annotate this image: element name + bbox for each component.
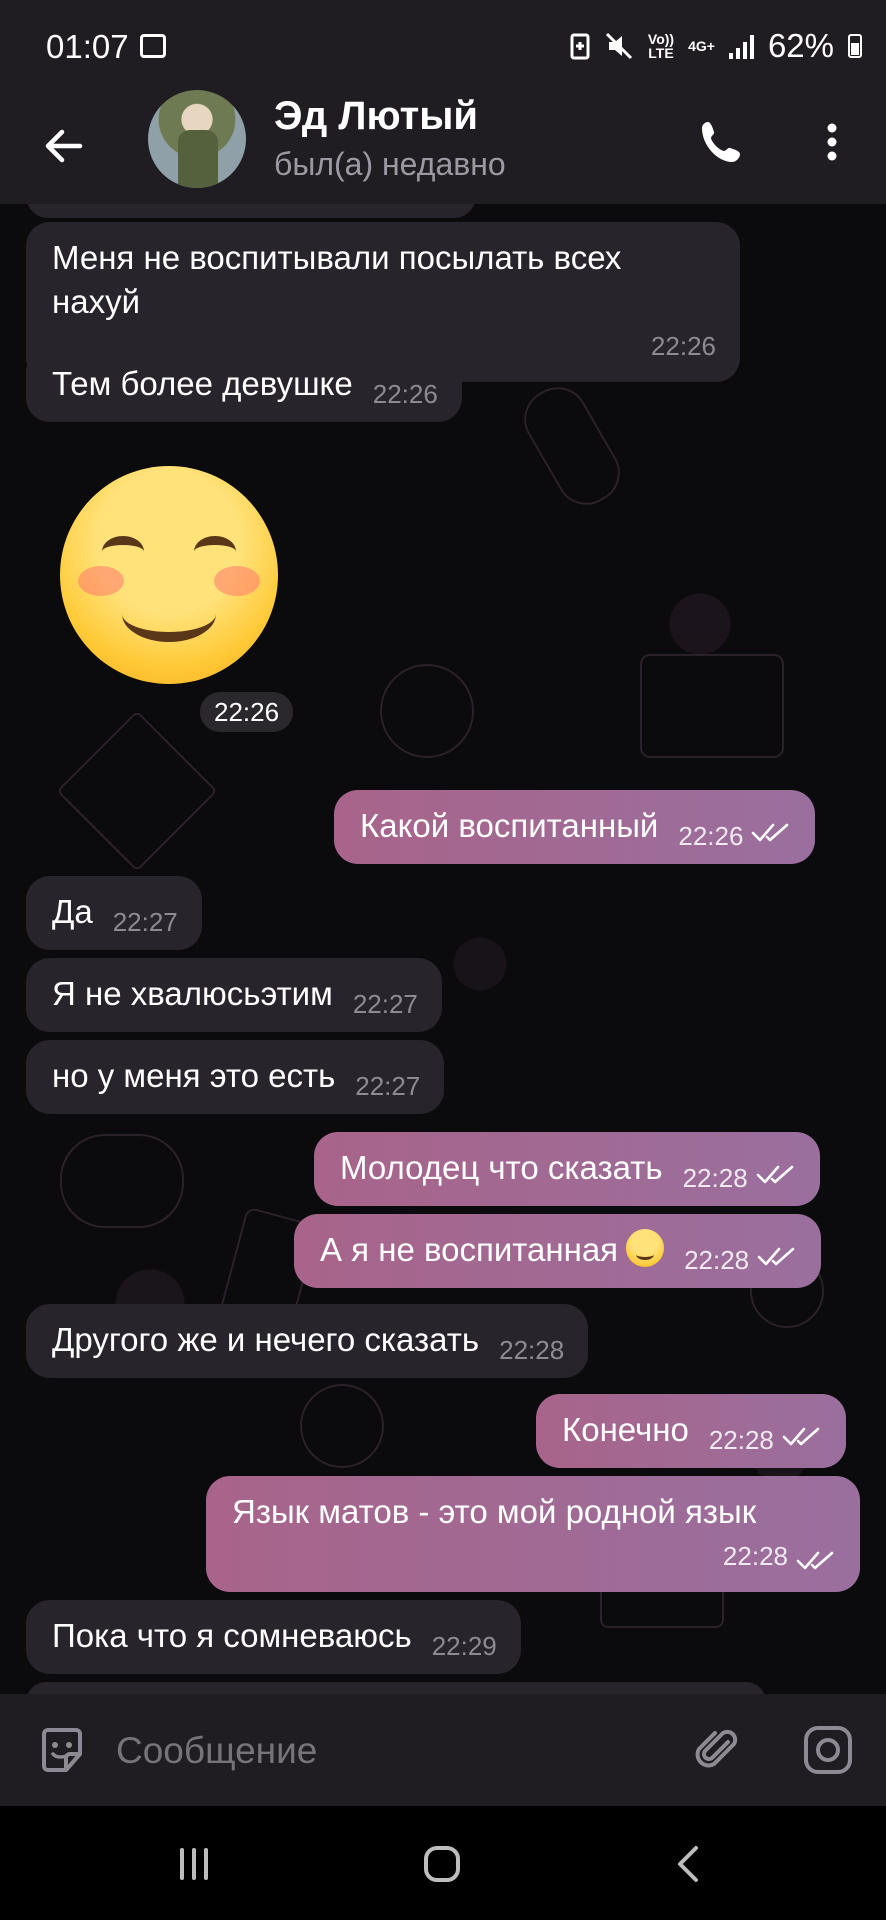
message-text: Язык матов - это мой родной язык <box>232 1493 757 1530</box>
chat-status: был(а) недавно <box>274 146 506 182</box>
message-bubble-incoming[interactable]: Да 22:27 <box>26 876 202 950</box>
message-time: 22:26 <box>372 379 438 409</box>
message-bubble-partial <box>26 1682 766 1694</box>
home-icon[interactable] <box>412 1834 472 1894</box>
message-time: 22:28 <box>684 1245 750 1275</box>
chat-area[interactable]: Меня не воспитывали посылать всех нахуй … <box>0 204 886 1694</box>
wallpaper-doodle <box>640 654 784 758</box>
double-check-icon <box>756 1165 793 1184</box>
4g-icon: 4G+ <box>688 38 715 54</box>
message-bubble-incoming[interactable]: Тем более девушке 22:26 <box>26 348 462 422</box>
back-arrow-icon[interactable] <box>36 118 92 174</box>
message-text: Меня не воспитывали посылать всех нахуй <box>52 239 622 320</box>
message-text: А я не воспитанная <box>320 1231 619 1268</box>
smiling-face-emoji-icon <box>626 1229 665 1267</box>
double-check-icon <box>796 1551 834 1570</box>
sticker-time: 22:26 <box>200 692 294 732</box>
emoji-sticker-icon[interactable] <box>36 1724 88 1776</box>
battery-saver-icon <box>570 33 590 60</box>
message-time: 22:27 <box>352 989 418 1019</box>
message-bubble-outgoing[interactable]: Молодец что сказать 22:28 <box>314 1132 820 1206</box>
avatar[interactable] <box>148 90 246 188</box>
battery-icon <box>848 34 862 58</box>
message-text: Какой воспитанный <box>360 807 659 844</box>
back-icon[interactable] <box>660 1834 720 1894</box>
message-time: 22:27 <box>355 1071 421 1101</box>
message-time: 22:26 <box>678 821 744 851</box>
volte-icon: Vo)) LTE <box>647 31 675 61</box>
message-time: 22:28 <box>708 1425 774 1455</box>
chat-name[interactable]: Эд Лютый <box>274 94 478 139</box>
status-time: 01:07 <box>46 28 129 65</box>
camera-icon[interactable] <box>800 1722 856 1778</box>
system-nav-bar <box>0 1806 886 1920</box>
message-bubble-outgoing[interactable]: Язык матов - это мой родной язык 22:28 <box>206 1476 860 1592</box>
status-bar: 01:07 Vo)) LTE 4G+ 62% <box>0 0 886 94</box>
message-text: Тем более девушке <box>52 365 353 402</box>
message-bubble-outgoing[interactable]: Конечно 22:28 <box>536 1394 846 1468</box>
phone-icon[interactable] <box>694 114 750 170</box>
recent-apps-icon[interactable] <box>164 1834 224 1894</box>
message-text: Конечно <box>562 1411 689 1448</box>
message-time-value: 22:28 <box>722 1541 788 1571</box>
signal-icon <box>728 33 754 59</box>
message-text: но у меня это есть <box>52 1057 336 1094</box>
wallpaper-doodle <box>56 710 218 872</box>
message-text: Да <box>52 893 93 930</box>
message-composer <box>0 1694 886 1806</box>
message-text: Другого же и нечего сказать <box>52 1321 480 1358</box>
double-check-icon <box>752 823 789 842</box>
message-bubble-incoming[interactable]: Пока что я сомневаюсь 22:29 <box>26 1600 521 1674</box>
message-time: 22:28 <box>499 1335 565 1365</box>
message-bubble-partial <box>26 204 476 218</box>
message-bubble-outgoing[interactable]: А я не воспитанная 22:28 <box>294 1214 822 1288</box>
message-input[interactable] <box>114 1720 678 1782</box>
wallpaper-doodle <box>513 376 631 516</box>
message-bubble-incoming[interactable]: Я не хвалюсьэтим 22:27 <box>26 958 442 1032</box>
message-text: Пока что я сомневаюсь <box>52 1617 412 1654</box>
battery-percent: 62% <box>767 27 834 64</box>
double-check-icon <box>757 1247 795 1266</box>
message-bubble-outgoing[interactable]: Какой воспитанный 22:26 <box>334 790 816 864</box>
message-time: 22:27 <box>112 907 178 937</box>
wallpaper-doodle <box>300 1384 384 1468</box>
wallpaper-doodle <box>380 664 474 758</box>
more-vert-icon[interactable] <box>812 114 852 170</box>
double-check-icon <box>782 1427 820 1446</box>
message-time: 22:28 <box>232 1534 836 1578</box>
message-time: 22:29 <box>431 1631 497 1661</box>
message-time: 22:28 <box>682 1163 748 1193</box>
message-bubble-incoming[interactable]: Другого же и нечего сказать 22:28 <box>26 1304 589 1378</box>
message-text: Молодец что сказать <box>340 1149 663 1186</box>
paperclip-icon[interactable] <box>690 1722 746 1778</box>
message-text: Я не хвалюсьэтим <box>52 975 333 1012</box>
smiling-face-sticker[interactable] <box>60 466 278 684</box>
mute-icon <box>605 32 632 60</box>
chat-header: Эд Лютый был(а) недавно <box>0 90 886 204</box>
wallpaper-doodle <box>60 1134 184 1228</box>
message-bubble-incoming[interactable]: но у меня это есть 22:27 <box>26 1040 445 1114</box>
image-icon <box>140 34 166 58</box>
